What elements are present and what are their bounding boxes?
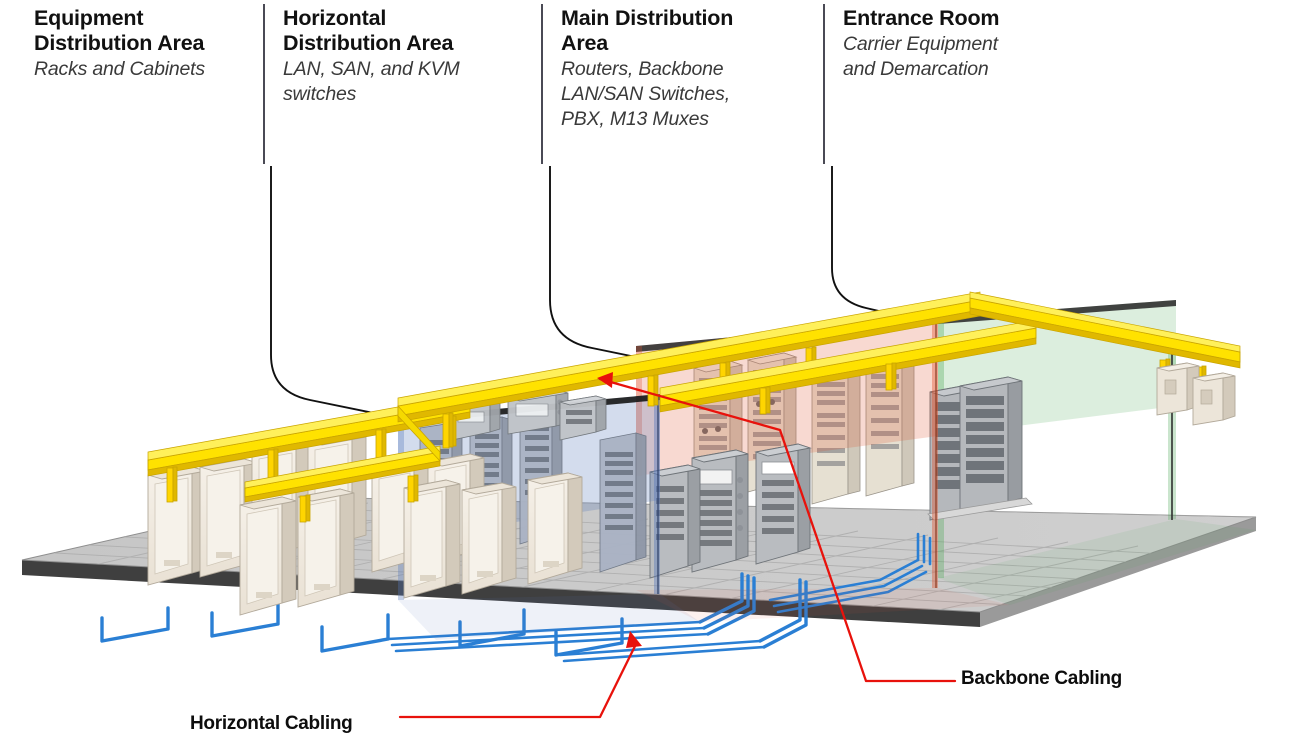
callout-line-horizontal xyxy=(398,642,638,719)
leader-line-hda xyxy=(549,166,661,363)
cabinet xyxy=(527,472,583,585)
mda-patch-rack xyxy=(754,443,812,565)
diagram-canvas: Equipment Distribution Area Racks and Ca… xyxy=(0,0,1316,747)
demarc-box xyxy=(1192,372,1236,426)
leader-line-eda xyxy=(270,166,399,419)
hda-open-rack xyxy=(599,432,647,573)
cable-run xyxy=(320,613,390,653)
cabinet xyxy=(461,482,517,595)
cable-run xyxy=(100,606,170,643)
leader-line-mda xyxy=(831,166,901,317)
data-center-isometric-illustration xyxy=(21,166,1257,719)
callout-arrow-horizontal xyxy=(626,631,642,648)
cabinet xyxy=(239,496,297,616)
er-equipment-rack xyxy=(959,376,1023,515)
